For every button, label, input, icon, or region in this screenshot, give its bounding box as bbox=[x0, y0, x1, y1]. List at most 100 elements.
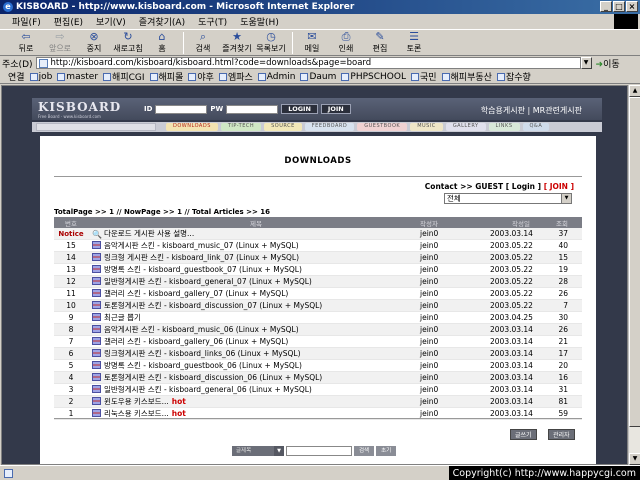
write-button[interactable]: 글쓰기 bbox=[510, 429, 537, 440]
menu-item-5[interactable]: 도움말(H) bbox=[240, 15, 279, 28]
row-subject-text[interactable]: 갤러리 스킨 - kisboard_gallery_06 (Linux + My… bbox=[104, 337, 288, 346]
table-row[interactable]: 2 윈도우용 키스보드... hot jein0 2003.03.14 81 bbox=[54, 395, 582, 409]
row-subject-text[interactable]: 갤러리 스킨 - kisboard_gallery_07 (Linux + My… bbox=[104, 289, 288, 298]
row-subject-text[interactable]: 일반형게시판 스킨 - kisboard_general_07 (Linux +… bbox=[104, 277, 312, 286]
scroll-up-button[interactable]: ▲ bbox=[629, 85, 640, 97]
nav-tab[interactable]: TIP-TECH bbox=[220, 123, 262, 131]
row-subject[interactable]: 토론형게시판 스킨 - kisboard_discussion_06 (Linu… bbox=[88, 371, 420, 385]
row-subject[interactable]: 링크형 게시판 스킨 - kisboard_link_07 (Linux + M… bbox=[88, 251, 420, 265]
table-row[interactable]: 13 방명록 스킨 - kisboard_guestbook_07 (Linux … bbox=[54, 263, 582, 277]
join-button[interactable]: JOIN bbox=[320, 104, 351, 114]
nav-tab[interactable]: GUESTBOOK bbox=[357, 123, 408, 131]
toolbar-search-button[interactable]: ⌕ 검색 bbox=[187, 31, 219, 54]
menu-item-1[interactable]: 편집(E) bbox=[54, 15, 83, 28]
row-subject-text[interactable]: 토론형게시판 스킨 - kisboard_discussion_06 (Linu… bbox=[104, 373, 322, 382]
site-logo[interactable]: KISBOARD Free Board · www.kisboard.com bbox=[38, 100, 121, 119]
link-item[interactable]: 해피CGI bbox=[103, 70, 145, 83]
category-select[interactable]: 전체 ▼ bbox=[444, 193, 572, 204]
id-input[interactable] bbox=[155, 104, 208, 114]
row-subject[interactable]: 일반형게시판 스킨 - kisboard_general_06 (Linux +… bbox=[88, 383, 420, 397]
toolbar-favorites-button[interactable]: ★ 즐겨찾기 bbox=[221, 31, 253, 54]
menu-item-4[interactable]: 도구(T) bbox=[198, 15, 227, 28]
table-row[interactable]: 5 방명록 스킨 - kisboard_guestbook_06 (Linux +… bbox=[54, 359, 582, 373]
row-subject[interactable]: 일반형게시판 스킨 - kisboard_general_07 (Linux +… bbox=[88, 275, 420, 289]
toolbar-refresh-button[interactable]: ↻ 새로고침 bbox=[112, 31, 144, 54]
table-row[interactable]: 12 일반형게시판 스킨 - kisboard_general_07 (Linux… bbox=[54, 275, 582, 289]
table-row[interactable]: Notice 🔍 다운로드 게시판 사용 설명... jein0 2003.03.14 3… bbox=[54, 228, 582, 241]
row-subject-text[interactable]: 음악게시판 스킨 - kisboard_music_06 (Linux + My… bbox=[104, 325, 299, 334]
nav-tab[interactable]: Q&A bbox=[522, 123, 550, 131]
pw-input[interactable] bbox=[226, 104, 279, 114]
table-row[interactable]: 11 갤러리 스킨 - kisboard_gallery_07 (Linux + … bbox=[54, 287, 582, 301]
row-subject[interactable]: 방명록 스킨 - kisboard_guestbook_07 (Linux + … bbox=[88, 263, 420, 277]
header-links[interactable]: 학습용게시판 | MR관련게시판 bbox=[481, 105, 582, 116]
table-row[interactable]: 9 최근글 뽑기 jein0 2003.04.25 30 bbox=[54, 311, 582, 325]
row-subject-text[interactable]: 음악게시판 스킨 - kisboard_music_07 (Linux + My… bbox=[104, 241, 299, 250]
toolbar-edit-button[interactable]: ✎ 편집 bbox=[364, 31, 396, 54]
contact-login-link[interactable]: [ Login ] bbox=[506, 182, 541, 191]
reset-button[interactable]: 초기 bbox=[376, 446, 397, 456]
minimize-button[interactable]: _ bbox=[600, 1, 612, 12]
nav-tab[interactable]: FEEDBOARD bbox=[304, 123, 355, 131]
window-titlebar[interactable]: e KISBOARD - http://www.kisboard.com - M… bbox=[0, 0, 640, 14]
nav-tab[interactable]: SOURCE bbox=[264, 123, 302, 131]
row-subject-text[interactable]: 방명록 스킨 - kisboard_guestbook_06 (Linux + … bbox=[104, 361, 302, 370]
row-subject[interactable]: 토론형게시판 스킨 - kisboard_discussion_07 (Linu… bbox=[88, 299, 420, 313]
toolbar-history-button[interactable]: ◷ 목록보기 bbox=[255, 31, 287, 54]
row-subject[interactable]: 갤러리 스킨 - kisboard_gallery_06 (Linux + My… bbox=[88, 335, 420, 349]
menu-item-3[interactable]: 즐겨찾기(A) bbox=[139, 15, 185, 28]
row-subject[interactable]: 음악게시판 스킨 - kisboard_music_06 (Linux + My… bbox=[88, 323, 420, 337]
table-row[interactable]: 7 갤러리 스킨 - kisboard_gallery_06 (Linux + M… bbox=[54, 335, 582, 349]
toolbar-print-button[interactable]: ⎙ 인쇄 bbox=[330, 31, 362, 54]
row-subject-text[interactable]: 다운로드 게시판 사용 설명... bbox=[104, 229, 194, 238]
row-subject[interactable]: 링크형게시판 스킨 - kisboard_links_06 (Linux + M… bbox=[88, 347, 420, 361]
row-subject-text[interactable]: 윈도우용 키스보드... bbox=[104, 397, 169, 406]
table-row[interactable]: 10 토론형게시판 스킨 - kisboard_discussion_07 (Li… bbox=[54, 299, 582, 313]
maximize-button[interactable]: □ bbox=[613, 1, 625, 12]
row-subject-text[interactable]: 리눅스용 키스보드... bbox=[104, 409, 169, 418]
nav-tab[interactable]: MUSIC bbox=[410, 123, 443, 131]
link-item[interactable]: Admin bbox=[257, 72, 295, 82]
close-button[interactable]: × bbox=[626, 1, 638, 12]
row-subject-text[interactable]: 토론형게시판 스킨 - kisboard_discussion_07 (Linu… bbox=[104, 301, 322, 310]
link-item[interactable]: 야후 bbox=[188, 70, 214, 83]
toolbar-discuss-button[interactable]: ☰ 토론 bbox=[398, 31, 430, 54]
search-field-select[interactable]: 글제목 ▼ bbox=[232, 446, 284, 456]
nav-tab[interactable]: LINKS bbox=[488, 123, 520, 131]
address-input[interactable]: http://kisboard.com/kisboard/kisboard.ht… bbox=[35, 57, 581, 69]
row-subject[interactable]: 윈도우용 키스보드... hot bbox=[88, 395, 420, 409]
toolbar-forward-arrow-button[interactable]: ⇨ 앞으로 bbox=[44, 31, 76, 54]
row-subject[interactable]: 최근글 뽑기 bbox=[88, 311, 420, 325]
row-subject[interactable]: 🔍 다운로드 게시판 사용 설명... bbox=[88, 228, 420, 241]
address-dropdown-button[interactable]: ▼ bbox=[580, 57, 592, 69]
contact-join-link[interactable]: [ JOIN ] bbox=[544, 182, 574, 191]
toolbar-mail-button[interactable]: ✉ 메일 bbox=[296, 31, 328, 54]
scroll-down-button[interactable]: ▼ bbox=[629, 453, 640, 465]
go-button[interactable]: ➜이동 bbox=[596, 57, 620, 70]
row-subject-text[interactable]: 링크형게시판 스킨 - kisboard_links_06 (Linux + M… bbox=[104, 349, 301, 358]
table-row[interactable]: 15 음악게시판 스킨 - kisboard_music_07 (Linux + … bbox=[54, 239, 582, 253]
vertical-scrollbar[interactable]: ▲ ▼ bbox=[628, 85, 640, 465]
nav-tab[interactable]: GALLERY bbox=[445, 123, 486, 131]
link-item[interactable]: master bbox=[57, 72, 98, 82]
link-item[interactable]: job bbox=[29, 72, 52, 82]
toolbar-home-button[interactable]: ⌂ 홈 bbox=[146, 31, 178, 54]
row-subject[interactable]: 방명록 스킨 - kisboard_guestbook_06 (Linux + … bbox=[88, 359, 420, 373]
table-row[interactable]: 14 링크형 게시판 스킨 - kisboard_link_07 (Linux +… bbox=[54, 251, 582, 265]
row-subject[interactable]: 음악게시판 스킨 - kisboard_music_07 (Linux + My… bbox=[88, 239, 420, 253]
row-subject-text[interactable]: 링크형 게시판 스킨 - kisboard_link_07 (Linux + M… bbox=[104, 253, 299, 262]
link-item[interactable]: PHPSCHOOL bbox=[341, 72, 406, 82]
link-item[interactable]: 해피부동산 bbox=[441, 70, 492, 83]
table-row[interactable]: 8 음악게시판 스킨 - kisboard_music_06 (Linux + M… bbox=[54, 323, 582, 337]
search-input[interactable] bbox=[286, 446, 352, 456]
manage-button[interactable]: 관리자 bbox=[548, 429, 575, 440]
login-button[interactable]: LOGIN bbox=[281, 104, 318, 114]
toolbar-back-arrow-button[interactable]: ⇦ 뒤로 bbox=[10, 31, 42, 54]
link-item[interactable]: Daum bbox=[300, 72, 336, 82]
scroll-thumb[interactable] bbox=[629, 97, 640, 427]
link-item[interactable]: 국민 bbox=[410, 70, 437, 83]
toolbar-stop-button[interactable]: ⊗ 중지 bbox=[78, 31, 110, 54]
row-subject[interactable]: 갤러리 스킨 - kisboard_gallery_07 (Linux + My… bbox=[88, 287, 420, 301]
table-row[interactable]: 3 일반형게시판 스킨 - kisboard_general_06 (Linux … bbox=[54, 383, 582, 397]
menu-item-2[interactable]: 보기(V) bbox=[96, 15, 126, 28]
